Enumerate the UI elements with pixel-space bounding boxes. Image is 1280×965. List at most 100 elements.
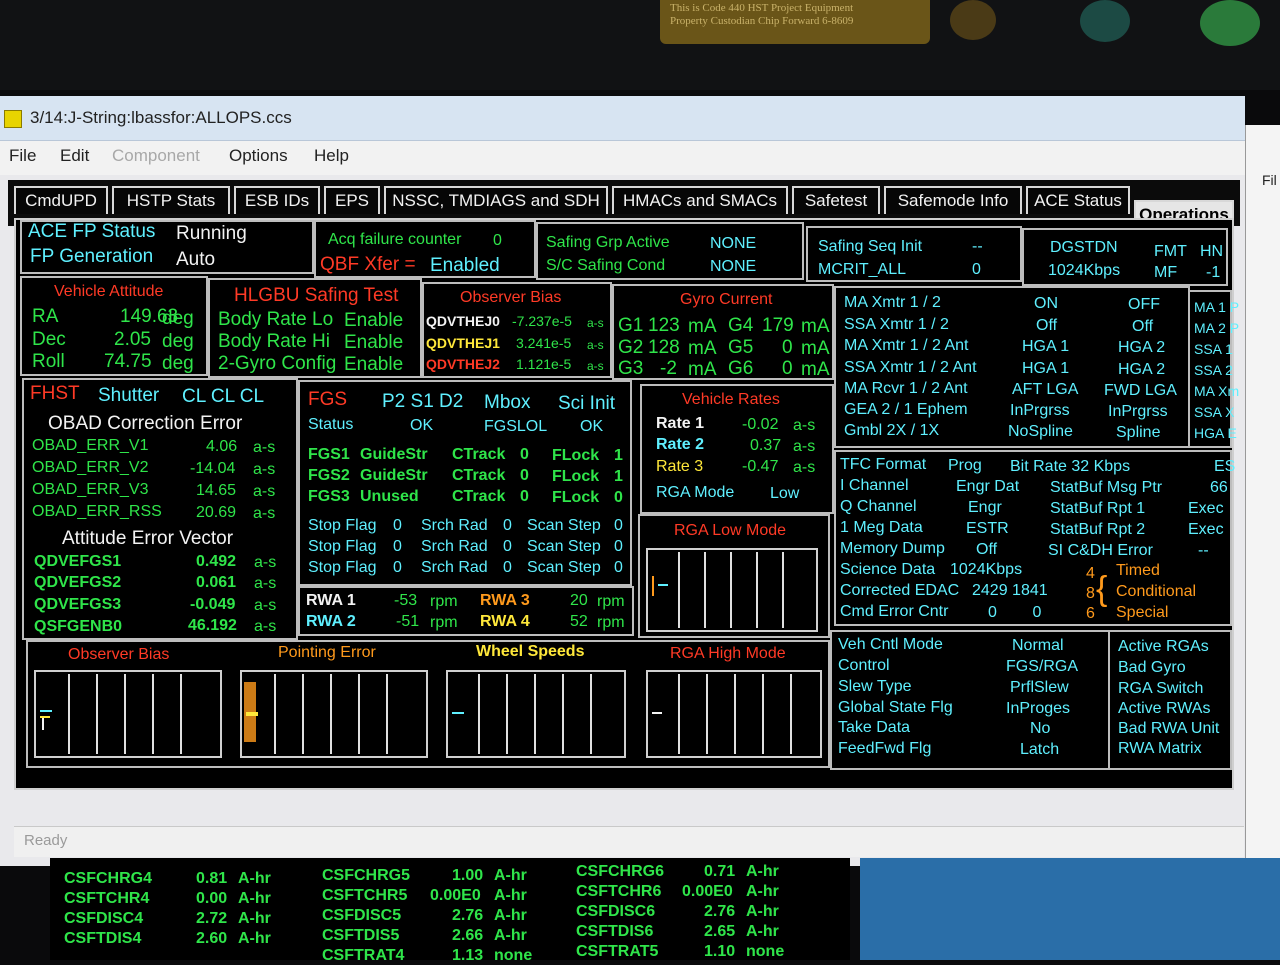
brace-icon: { [1096,570,1108,608]
tfc-b: 1024Kbps [950,561,1023,578]
tfc-a: Memory Dump [840,540,945,557]
obad-label: OBAD_ERR_V1 [32,437,149,454]
dec-label: Dec [32,329,66,350]
rwa3-value: 20 [570,592,588,609]
batt-unit: A-hr [238,870,271,887]
stop-flag-value: 0 [393,517,402,534]
ma-right-item: MA Xm [1194,383,1240,399]
observer-bias-graph [34,670,222,758]
srch-rad-label: Srch Rad [421,559,488,576]
batt-unit: A-hr [746,883,779,900]
graph-trace [42,718,50,730]
ma-row-label: Gmbl 2X / 1X [844,422,940,439]
tab-safemode-info[interactable]: Safemode Info [884,186,1022,214]
g2-unit: mA [688,338,717,359]
fgs-mode: Unused [360,488,419,505]
tab-hstp-stats[interactable]: HSTP Stats [112,186,230,214]
wheel-speeds-title: Wheel Speeds [476,643,585,660]
batt-value: 2.60 [196,930,228,947]
fgs-title: FGS [308,389,348,410]
obad-value: 14.65 [196,482,237,499]
g4-label: G4 [728,315,754,336]
veh-cntl-label: Take Data [838,719,911,736]
body-rate-lo-value: Enable [344,310,404,331]
att-unit: a-s [254,554,277,571]
rwa2-label: RWA 2 [306,613,356,630]
rate2-unit: a-s [793,438,816,455]
mf-value: -1 [1206,264,1221,281]
batt-value: 2.72 [196,910,228,927]
body-rate-lo-label: Body Rate Lo [218,309,334,330]
rga-high-graph [646,670,822,758]
g4-unit: mA [801,316,830,337]
rga-low-title: RGA Low Mode [674,522,787,539]
mcrit-value: 0 [972,261,981,278]
fgs-name: FGS3 [308,488,350,505]
batt-unit: A-hr [494,907,527,924]
att-label: QDVEFGS1 [34,553,122,570]
veh-cntl-value: Latch [1020,741,1060,758]
batt-label: CSFTDIS4 [64,930,142,947]
fgs-ctrack-value: 0 [520,467,529,484]
ma-row-v2: Off [1132,318,1154,335]
status-value: OK [410,417,434,434]
adjacent-window[interactable] [1245,125,1280,875]
batt-label: CSFTCHR4 [64,890,150,907]
tab-esb-ids[interactable]: ESB IDs [234,186,320,214]
ma-row-v1: InPrgrss [1010,402,1070,419]
ma-row-label: MA Xmtr 1 / 2 [844,294,941,311]
fgs-flock-label: FLock [552,489,600,506]
acq-failure-value: 0 [493,232,502,249]
roll-label: Roll [32,351,65,372]
batt-unit: A-hr [746,903,779,920]
fgs-flock-label: FLock [552,447,600,464]
g2-value: 128 [648,337,680,358]
g4-value: 179 [762,315,794,336]
obad-label: OBAD_ERR_V2 [32,459,149,476]
g1-value: 123 [648,315,680,336]
veh-cntl-value: FGS/RGA [1006,658,1079,675]
ma-row-v2: InPrgrss [1108,403,1168,420]
vehicle-rates-title: Vehicle Rates [682,391,780,408]
fp-generation-value: Auto [176,249,216,270]
menu-options[interactable]: Options [229,146,288,166]
brace-num: 6 [1086,605,1095,622]
tab-safetest[interactable]: Safetest [792,186,880,214]
tab-eps[interactable]: EPS [324,186,380,214]
badge-sticker [950,0,996,40]
fgs-ctrack-label: CTrack [452,488,506,505]
rwa1-value: -53 [394,592,418,609]
batt-value: 1.00 [452,867,484,884]
status-bar [14,826,1244,857]
att-label: QDVEFGS2 [34,574,122,591]
tfc-d: ES [1214,458,1236,475]
rwa4-unit: rpm [597,614,625,631]
ma-row-label: MA Rcvr 1 / 2 Ant [844,380,968,397]
veh-cntl-label: Veh Cntl Mode [838,636,943,653]
veh-cntl-value: No [1030,720,1051,737]
menu-help[interactable]: Help [314,146,349,166]
rga-status-item: RWA Matrix [1118,740,1202,757]
qdvthej0-label: QDVTHEJ0 [426,313,500,329]
tab-nssc[interactable]: NSSC, TMDIAGS and SDH [384,186,608,214]
ma-row-label: MA Xmtr 1 / 2 Ant [844,337,969,354]
vehicle-attitude-title: Vehicle Attitude [54,283,164,300]
ma-row-v1: HGA 1 [1022,360,1070,377]
tab-hmacs[interactable]: HMACs and SMACs [612,186,788,214]
scan-step-value: 0 [614,517,623,534]
two-gyro-value: Enable [344,354,404,375]
stop-flag-label: Stop Flag [308,538,377,555]
graph-trace [652,576,662,596]
qdvthej2-unit: a-s [587,359,604,373]
scan-step-value: 0 [614,559,623,576]
fgs-name: FGS2 [308,467,350,484]
safing-seq-label: Safing Seq Init [818,238,923,255]
fgs-flock-value: 1 [614,447,623,464]
batt-value: 0.71 [704,863,736,880]
tab-ace-status[interactable]: ACE Status [1026,186,1130,214]
tab-cmdupd[interactable]: CmdUPD [14,186,108,214]
ma-row-v1: AFT LGA [1012,381,1079,398]
batt-value: 0.00 [196,890,228,907]
menu-edit[interactable]: Edit [60,146,89,166]
menu-file[interactable]: File [9,146,36,166]
